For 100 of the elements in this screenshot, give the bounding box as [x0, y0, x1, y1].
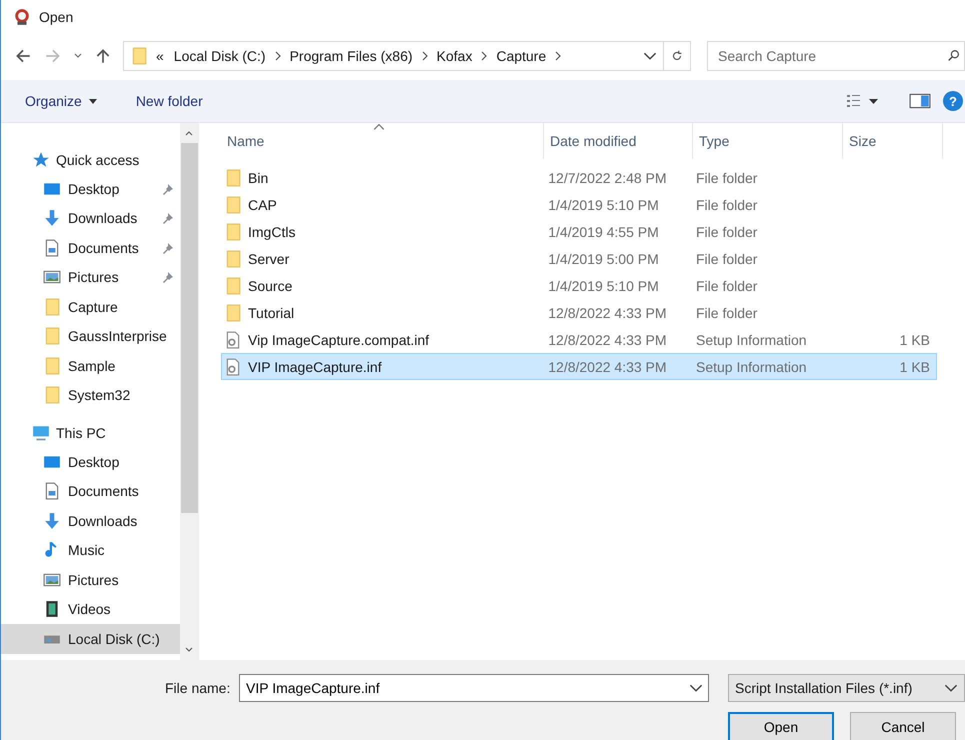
- date-modified: 12/8/2022 4:33 PM: [548, 358, 667, 374]
- file-row[interactable]: VIP ImageCapture.inf 12/8/2022 4:33 PM Setup Information 1 KB: [221, 353, 937, 380]
- breadcrumb-segment[interactable]: Capture: [494, 48, 548, 64]
- file-row[interactable]: Source 1/4/2019 5:10 PM File folder: [221, 272, 937, 299]
- file-type: Setup Information: [696, 332, 807, 348]
- file-name: Server: [248, 250, 290, 266]
- file-name: ImgCtls: [248, 224, 296, 240]
- search-icon: [947, 49, 961, 63]
- sidebar-item[interactable]: Capture: [1, 292, 180, 322]
- group-label: This PC: [56, 424, 106, 440]
- item-label: Music: [68, 542, 105, 558]
- file-type: File folder: [696, 304, 758, 320]
- file-type-dropdown[interactable]: Script Installation Files (*.inf): [728, 674, 965, 702]
- folder-icon: [224, 168, 242, 186]
- item-label: Documents: [68, 240, 139, 256]
- item-label: Downloads: [68, 210, 138, 226]
- breadcrumb-segment[interactable]: Kofax: [434, 48, 474, 64]
- file-row[interactable]: Vip ImageCapture.compat.inf 12/8/2022 4:33 PM Setup Information 1 KB: [221, 326, 937, 353]
- help-button[interactable]: ?: [943, 91, 963, 111]
- sidebar-item[interactable]: Local Disk (C:): [1, 624, 180, 654]
- file-size: 1 KB: [900, 332, 930, 348]
- sidebar-group[interactable]: Quick access: [1, 145, 180, 174]
- column-header[interactable]: Type: [693, 123, 843, 159]
- item-label: Downloads: [68, 512, 138, 529]
- item-label: GaussInterprise: [68, 328, 167, 344]
- chevron-right-icon[interactable]: [274, 51, 282, 61]
- item-label: Pictures: [68, 572, 119, 588]
- sidebar-item[interactable]: Documents: [1, 233, 180, 262]
- file-name-field[interactable]: VIP ImageCapture.inf: [239, 674, 709, 702]
- window-title: Open: [39, 9, 74, 25]
- breadcrumb-segment[interactable]: Local Disk (C:): [172, 48, 268, 64]
- date-modified: 12/8/2022 4:33 PM: [548, 304, 667, 320]
- folder-icon: [43, 386, 61, 404]
- chevron-right-icon[interactable]: [480, 51, 488, 61]
- back-arrow-icon: [14, 47, 32, 65]
- sidebar-item[interactable]: Desktop: [1, 174, 180, 204]
- file-name-label: File name:: [165, 680, 232, 696]
- new-folder-button[interactable]: New folder: [126, 89, 213, 113]
- scrollbar[interactable]: [180, 123, 198, 660]
- settings-file-icon: [224, 330, 242, 348]
- sidebar-item[interactable]: Videos: [1, 594, 180, 624]
- folder-icon: [130, 47, 148, 65]
- file-row[interactable]: Server 1/4/2019 5:00 PM File folder: [221, 245, 937, 272]
- sidebar-item[interactable]: Downloads: [1, 506, 180, 536]
- up-arrow-icon: [94, 47, 112, 65]
- file-name: VIP ImageCapture.inf: [248, 358, 382, 374]
- date-modified: 1/4/2019 5:00 PM: [548, 250, 659, 266]
- sidebar-item[interactable]: Downloads: [1, 204, 180, 233]
- column-header[interactable]: Name: [221, 123, 544, 159]
- overflow-chevron[interactable]: «: [154, 48, 166, 64]
- item-label: Capture: [68, 298, 118, 315]
- folder-icon: [43, 327, 61, 346]
- folder-icon: [43, 356, 61, 375]
- chevron-right-icon[interactable]: [420, 51, 429, 61]
- sidebar-item[interactable]: Music: [1, 536, 180, 565]
- item-label: Desktop: [68, 180, 120, 197]
- cancel-button[interactable]: Cancel: [850, 712, 956, 740]
- organize-button[interactable]: Organize: [15, 89, 108, 113]
- sidebar-item[interactable]: Pictures: [1, 565, 180, 594]
- sidebar-item[interactable]: Sample: [1, 351, 180, 380]
- preview-pane-icon[interactable]: [909, 92, 931, 110]
- item-label: Videos: [68, 601, 111, 618]
- item-label: Documents: [68, 483, 139, 500]
- folder-icon: [224, 304, 242, 322]
- file-row[interactable]: ImgCtls 1/4/2019 4:55 PM File folder: [221, 218, 937, 245]
- sidebar-item[interactable]: System32: [1, 380, 180, 410]
- sidebar-item[interactable]: Documents: [1, 476, 180, 506]
- address-bar[interactable]: « Local Disk (C:) Program Files (x86) Kofax Capture: [123, 41, 691, 71]
- app-icon: [13, 8, 31, 26]
- folder-icon: [224, 276, 242, 294]
- document-icon: [43, 482, 61, 500]
- sidebar-group[interactable]: This PC: [1, 418, 180, 447]
- sidebar-item[interactable]: Pictures: [1, 262, 180, 292]
- file-type: File folder: [696, 278, 758, 294]
- computer-icon: [32, 424, 50, 442]
- item-label: Pictures: [68, 269, 119, 286]
- chevron-right-icon[interactable]: [554, 51, 562, 61]
- date-modified: 1/4/2019 5:10 PM: [548, 196, 659, 212]
- sort-caret-icon: [373, 123, 385, 131]
- item-label: System32: [68, 387, 130, 404]
- file-row[interactable]: Tutorial 12/8/2022 4:33 PM File folder: [221, 299, 937, 326]
- open-button[interactable]: Open: [728, 712, 834, 740]
- breadcrumb-segment[interactable]: Program Files (x86): [288, 48, 415, 64]
- folder-icon: [43, 298, 61, 316]
- file-type: File folder: [696, 170, 758, 186]
- sidebar-item[interactable]: GaussInterprise: [1, 322, 180, 351]
- search-field[interactable]: Search Capture: [707, 41, 965, 71]
- file-type: File folder: [696, 196, 758, 212]
- file-row[interactable]: CAP 1/4/2019 5:10 PM File folder: [221, 191, 937, 218]
- column-header[interactable]: Date modified: [544, 123, 693, 159]
- column-header[interactable]: Size: [843, 123, 943, 159]
- folder-icon: [224, 196, 242, 214]
- sidebar-item[interactable]: Desktop: [1, 447, 180, 476]
- file-row[interactable]: Bin 12/7/2022 2:48 PM File folder: [221, 164, 937, 191]
- item-label: Sample: [68, 358, 116, 374]
- caret-icon: [88, 96, 98, 106]
- file-name: Source: [248, 278, 292, 294]
- refresh-icon[interactable]: [670, 49, 684, 63]
- settings-file-icon: [224, 358, 242, 376]
- item-label: Local Disk (C:): [68, 630, 160, 647]
